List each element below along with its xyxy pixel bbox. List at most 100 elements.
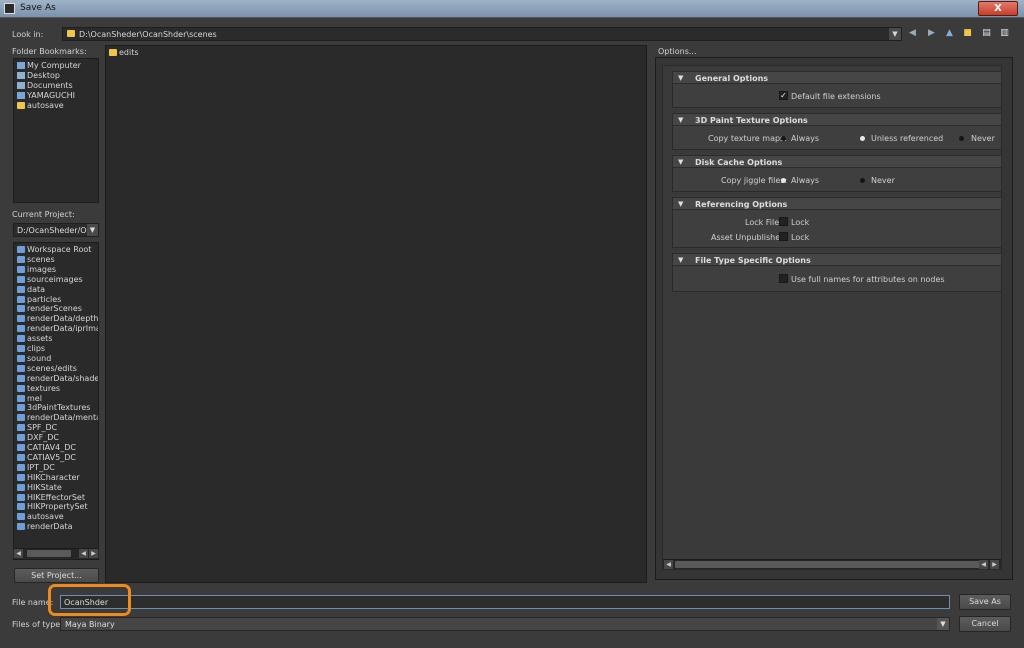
jiggle-always-label: Always — [791, 176, 820, 185]
collapse-triangle-icon[interactable]: ▼ — [678, 74, 683, 82]
project-folder-item[interactable]: HIKCharacter — [17, 473, 80, 483]
project-folder-item[interactable]: assets — [17, 334, 52, 344]
save-as-button[interactable]: Save As — [959, 594, 1011, 610]
full-names-label: Use full names for attributes on nodes — [791, 275, 945, 284]
texture-never-radio[interactable] — [959, 136, 964, 141]
project-folder-item[interactable]: images — [17, 265, 56, 275]
lock-file-label: Lock File: — [745, 218, 782, 227]
project-combo[interactable]: D:/OcanSheder/Ocan ▼ — [13, 223, 99, 237]
options-scrollbar[interactable]: ◀ ◀ ▶ — [663, 559, 1001, 569]
project-folder-item[interactable]: HIKState — [17, 483, 62, 493]
folder-icon — [17, 246, 25, 253]
texture-unless-label: Unless referenced — [871, 134, 944, 143]
look-in-combo[interactable]: D:\OcanSheder\OcanShder\scenes ▼ — [62, 27, 902, 41]
project-folder-item[interactable]: clips — [17, 344, 45, 354]
files-of-type-label: Files of type: — [12, 620, 63, 629]
project-folder-item[interactable]: mel — [17, 394, 42, 404]
folder-icon — [17, 473, 25, 481]
jiggle-never-radio[interactable] — [860, 178, 865, 183]
project-folder-item[interactable]: textures — [17, 384, 60, 394]
full-names-checkbox[interactable] — [779, 274, 788, 283]
project-folder-item[interactable]: 3dPaintTextures — [17, 403, 90, 413]
project-folder-item[interactable]: renderData/iprImages — [17, 324, 98, 334]
project-folder-item[interactable]: renderData — [17, 522, 73, 532]
list-view-icon[interactable]: ▤ — [980, 27, 993, 40]
general-options-header[interactable]: ▼ General Options — [672, 71, 1002, 84]
project-folder-item[interactable]: Workspace Root — [17, 245, 91, 255]
project-folder-item[interactable]: HIKPropertySet — [17, 502, 88, 512]
bookmark-item[interactable]: My Computer — [17, 61, 81, 71]
scroll-right-icon[interactable]: ▶ — [89, 549, 98, 558]
bookmarks-list: My Computer Desktop Documents YAMAGUCHI … — [13, 58, 99, 203]
chevron-down-icon[interactable]: ▼ — [889, 28, 901, 40]
cancel-button[interactable]: Cancel — [959, 616, 1011, 632]
default-ext-checkbox[interactable]: ✓ — [779, 91, 788, 100]
bookmark-item[interactable]: Desktop — [17, 71, 60, 81]
bookmark-item[interactable]: autosave — [17, 101, 64, 111]
document-icon — [17, 82, 25, 89]
detail-view-icon[interactable]: ▥ — [998, 27, 1011, 40]
scroll-left-icon[interactable]: ◀ — [664, 560, 673, 569]
asset-unpublished-checkbox[interactable] — [779, 232, 788, 241]
title-bar: Save As X — [0, 0, 1024, 18]
file-item[interactable]: edits — [109, 48, 139, 58]
texture-unless-radio[interactable] — [860, 136, 865, 141]
project-folder-item[interactable]: particles — [17, 295, 61, 305]
project-folder-item[interactable]: sound — [17, 354, 51, 364]
file-name-input[interactable]: OcanShder — [60, 595, 950, 609]
chevron-down-icon[interactable]: ▼ — [937, 618, 949, 630]
project-folder-item[interactable]: CATIAV4_DC — [17, 443, 76, 453]
folder-icon — [17, 414, 25, 422]
project-folder-item[interactable]: IPT_DC — [17, 463, 55, 473]
project-folder-item[interactable]: renderScenes — [17, 304, 82, 314]
filetype-options-header[interactable]: ▼ File Type Specific Options — [672, 253, 1002, 266]
new-folder-icon[interactable]: ■ — [961, 27, 974, 40]
file-list: edits — [105, 45, 647, 583]
scroll-thumb[interactable] — [27, 550, 71, 557]
project-folder-item[interactable]: renderData/mentalray — [17, 413, 98, 423]
desktop-icon — [17, 72, 25, 79]
project-folder-item[interactable]: CATIAV5_DC — [17, 453, 76, 463]
chevron-down-icon[interactable]: ▼ — [87, 224, 98, 236]
scroll-left-icon[interactable]: ◀ — [79, 549, 88, 558]
scroll-right-icon[interactable]: ▶ — [990, 560, 999, 569]
folder-icon — [17, 275, 25, 283]
files-of-type-value: Maya Binary — [65, 620, 115, 629]
paint-options-header[interactable]: ▼ 3D Paint Texture Options — [672, 113, 1002, 126]
collapse-triangle-icon[interactable]: ▼ — [678, 158, 683, 166]
cache-options-header[interactable]: ▼ Disk Cache Options — [672, 155, 1002, 168]
set-project-button[interactable]: Set Project... — [14, 568, 99, 583]
bookmark-item[interactable]: YAMAGUCHI — [17, 91, 75, 101]
texture-always-radio[interactable] — [781, 136, 786, 141]
project-folder-item[interactable]: sourceimages — [17, 275, 83, 285]
project-folder-item[interactable]: DXF_DC — [17, 433, 59, 443]
collapse-triangle-icon[interactable]: ▼ — [678, 200, 683, 208]
project-folder-item[interactable]: renderData/shaders — [17, 374, 98, 384]
back-arrow-icon[interactable]: ◀ — [906, 27, 919, 40]
project-folder-item[interactable]: scenes/edits — [17, 364, 77, 374]
forward-arrow-icon[interactable]: ▶ — [925, 27, 938, 40]
lock-file-checkbox[interactable] — [779, 217, 788, 226]
project-folder-item[interactable]: SPF_DC — [17, 423, 57, 433]
files-of-type-combo[interactable]: Maya Binary ▼ — [60, 617, 950, 631]
close-button[interactable]: X — [978, 1, 1018, 16]
project-folder-item[interactable]: data — [17, 285, 45, 295]
up-folder-icon[interactable]: ▲ — [943, 27, 956, 40]
collapse-triangle-icon[interactable]: ▼ — [678, 116, 683, 124]
folder-icon — [17, 503, 25, 511]
folder-icon — [67, 30, 75, 37]
folder-icon — [17, 255, 25, 263]
referencing-options-header[interactable]: ▼ Referencing Options — [672, 197, 1002, 210]
scroll-left-icon[interactable]: ◀ — [979, 560, 988, 569]
project-folder-item[interactable]: autosave — [17, 512, 64, 522]
project-list-scrollbar[interactable]: ◀ ◀ ▶ — [13, 548, 99, 558]
jiggle-always-radio[interactable] — [781, 178, 786, 183]
project-folder-item[interactable]: HIKEffectorSet — [17, 493, 85, 503]
project-folder-item[interactable]: scenes — [17, 255, 55, 265]
scroll-thumb[interactable] — [675, 561, 985, 568]
folder-icon — [17, 374, 25, 382]
bookmark-item[interactable]: Documents — [17, 81, 73, 91]
scroll-left-icon[interactable]: ◀ — [14, 549, 23, 558]
project-folder-item[interactable]: renderData/depth — [17, 314, 98, 324]
collapse-triangle-icon[interactable]: ▼ — [678, 256, 683, 264]
